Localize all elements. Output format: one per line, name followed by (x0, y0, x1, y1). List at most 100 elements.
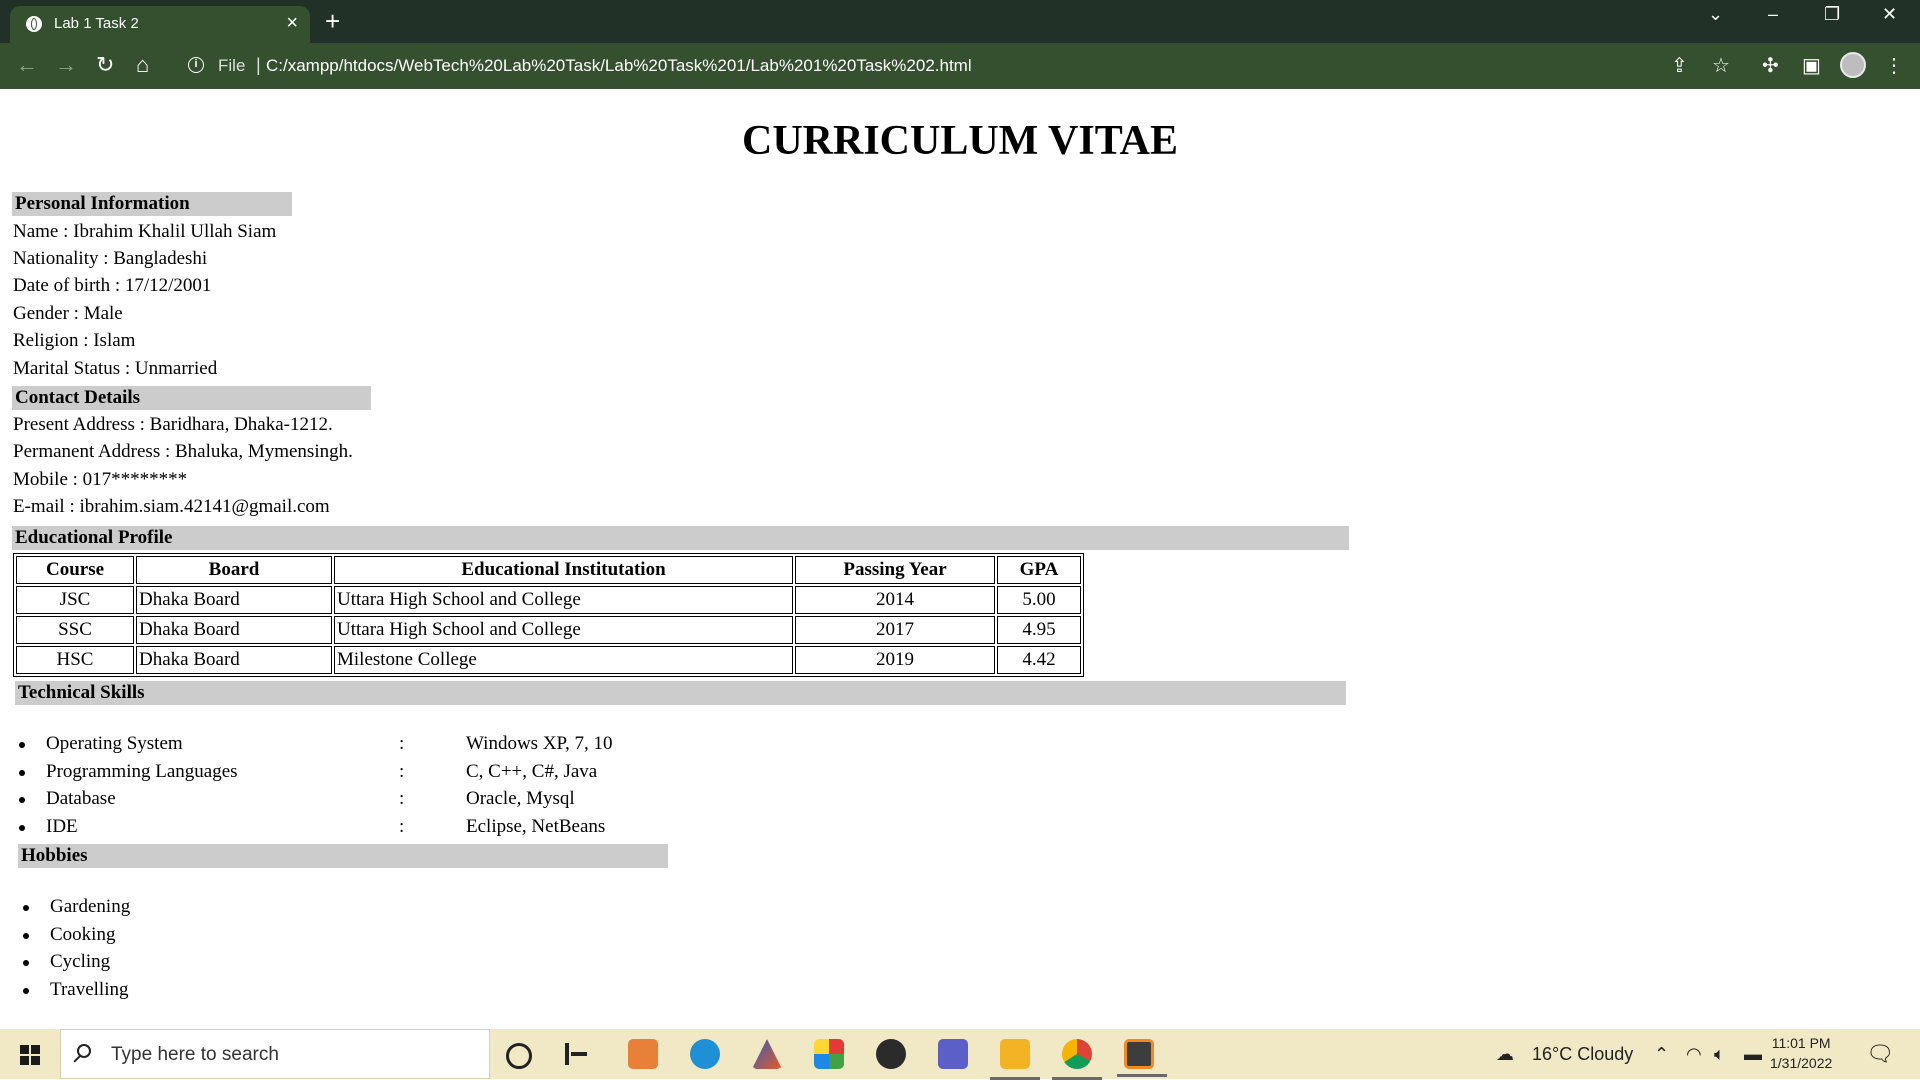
back-button[interactable]: ← (16, 52, 38, 78)
cell-institution: Uttara High School and College (334, 586, 793, 614)
battery-icon[interactable]: ▬ (1744, 1044, 1762, 1065)
weather-text[interactable]: 16°C Cloudy (1532, 1044, 1633, 1065)
skill-value: C, C++, C#, Java (466, 760, 598, 782)
cell-board: Dhaka Board (136, 586, 332, 614)
xampp-icon[interactable] (628, 1039, 658, 1069)
windows-taskbar: Type here to search ☁ 16°C Cloudy ⌃ ◠ 🔈︎… (0, 1029, 1920, 1080)
search-icon (77, 1044, 91, 1058)
cell-passing-year: 2014 (795, 586, 995, 614)
table-row: SSC Dhaka Board Uttara High School and C… (16, 616, 1081, 644)
skill-name: Database (46, 788, 116, 809)
minimize-button[interactable]: – (1768, 4, 1778, 25)
edge-browser-icon[interactable] (690, 1039, 720, 1069)
url-divider: | (256, 55, 261, 75)
table-row: HSC Dhaka Board Milestone College 2019 4… (16, 646, 1081, 674)
skill-separator: : (399, 760, 405, 782)
col-course: Course (16, 556, 134, 584)
contact-mobile: Mobile : 017******** (13, 469, 188, 490)
windows-start-button[interactable] (20, 1045, 40, 1065)
cell-gpa: 5.00 (997, 586, 1081, 614)
education-table: Course Board Educational Institutation P… (13, 553, 1084, 677)
profile-avatar[interactable] (1840, 52, 1866, 78)
col-passing-year: Passing Year (795, 556, 995, 584)
skill-name: Operating System (46, 733, 183, 754)
personal-nationality: Nationality : Bangladeshi (13, 248, 208, 269)
skills-list: Operating System : Windows XP, 7, 10 Pro… (19, 730, 746, 840)
close-window-button[interactable]: ✕ (1882, 4, 1897, 25)
site-info-icon[interactable]: i (188, 57, 204, 73)
skill-separator: : (399, 815, 405, 837)
file-explorer-icon[interactable] (990, 1039, 1040, 1080)
sublime-text-icon[interactable] (1117, 1039, 1167, 1077)
tab-title: Lab 1 Task 2 (54, 15, 139, 32)
contact-details-header: Contact Details (12, 386, 371, 410)
col-gpa: GPA (997, 556, 1081, 584)
extensions-puzzle-icon[interactable]: ✣ (1762, 55, 1779, 77)
cell-course: JSC (16, 586, 134, 614)
list-item: Cooking (23, 921, 350, 949)
tray-chevron-icon[interactable]: ⌃ (1654, 1044, 1669, 1065)
skill-value: Eclipse, NetBeans (466, 815, 606, 837)
teams-icon[interactable] (938, 1039, 968, 1069)
personal-name: Name : Ibrahim Khalil Ullah Siam (13, 221, 277, 242)
wifi-icon[interactable]: ◠ (1686, 1044, 1702, 1065)
skill-name: Programming Languages (46, 760, 238, 782)
table-row: JSC Dhaka Board Uttara High School and C… (16, 586, 1081, 614)
contact-email: E-mail : ibrahim.siam.42141@gmail.com (13, 496, 330, 517)
home-button[interactable]: ⌂ (136, 52, 149, 78)
clock-time: 11:01 PM (1771, 1035, 1831, 1051)
menu-dots-icon[interactable]: ⋮ (1884, 55, 1904, 77)
volume-icon[interactable]: 🔈︎ (1714, 1044, 1725, 1065)
cell-board: Dhaka Board (136, 646, 332, 674)
notification-center-icon[interactable]: 🗨︎ (1866, 1041, 1894, 1067)
technical-skills-header: Technical Skills (15, 681, 1346, 705)
educational-profile-header: Educational Profile (12, 526, 1349, 550)
browser-toolbar: ← → ↻ ⌂ i File | C:/xampp/htdocs/WebTech… (0, 43, 1920, 89)
table-header-row: Course Board Educational Institutation P… (16, 556, 1081, 584)
hobbies-list: Gardening Cooking Cycling Travelling (23, 893, 350, 1003)
list-item: Programming Languages : C, C++, C#, Java (19, 758, 746, 786)
url-scheme-label: File (218, 56, 246, 75)
browser-tab[interactable]: Lab 1 Task 2 × (10, 6, 310, 43)
list-item: Gardening (23, 893, 350, 921)
cortana-icon[interactable] (506, 1043, 532, 1069)
taskbar-search-box[interactable]: Type here to search (60, 1029, 490, 1079)
reload-button[interactable]: ↻ (96, 52, 114, 78)
address-bar[interactable]: i File | C:/xampp/htdocs/WebTech%20Lab%2… (180, 51, 1730, 81)
page-title: CURRICULUM VITAE (742, 118, 1178, 164)
task-view-icon[interactable] (565, 1043, 587, 1065)
store-app-icon[interactable] (814, 1039, 844, 1069)
cv-page: CURRICULUM VITAE Personal Information Na… (0, 89, 1920, 1029)
cell-institution: Milestone College (334, 646, 793, 674)
search-placeholder: Type here to search (111, 1044, 279, 1065)
personal-religion: Religion : Islam (13, 330, 136, 351)
matlab-icon[interactable] (752, 1039, 782, 1069)
cell-passing-year: 2019 (795, 646, 995, 674)
close-tab-icon[interactable]: × (286, 12, 298, 34)
personal-gender: Gender : Male (13, 303, 123, 324)
tab-search-chevron-icon[interactable]: ⌄ (1708, 4, 1723, 25)
hobbies-header: Hobbies (18, 844, 668, 868)
contact-present-address: Present Address : Baridhara, Dhaka-1212. (13, 414, 333, 435)
personal-info-header: Personal Information (12, 192, 292, 216)
cell-gpa: 4.42 (997, 646, 1081, 674)
chrome-icon[interactable] (1052, 1039, 1102, 1080)
personal-dob: Date of birth : 17/12/2001 (13, 275, 212, 296)
skill-value: Windows XP, 7, 10 (466, 733, 613, 754)
new-tab-button[interactable]: + (325, 6, 340, 36)
obs-studio-icon[interactable] (876, 1039, 906, 1069)
url-text[interactable]: C:/xampp/htdocs/WebTech%20Lab%20Task/Lab… (266, 56, 972, 76)
cell-course: HSC (16, 646, 134, 674)
skill-separator: : (399, 733, 405, 754)
skill-separator: : (399, 788, 405, 809)
cell-course: SSC (16, 616, 134, 644)
col-board: Board (136, 556, 332, 584)
share-icon[interactable]: ⇪ (1671, 55, 1688, 77)
skill-value: Oracle, Mysql (466, 788, 575, 809)
restore-button[interactable]: ❐ (1824, 4, 1840, 25)
cell-board: Dhaka Board (136, 616, 332, 644)
taskbar-clock[interactable]: 11:01 PM 1/31/2022 (1770, 1033, 1832, 1073)
forward-button[interactable]: → (55, 52, 77, 78)
bookmark-star-icon[interactable]: ☆ (1712, 55, 1730, 77)
side-panel-icon[interactable]: ▣ (1802, 55, 1821, 77)
